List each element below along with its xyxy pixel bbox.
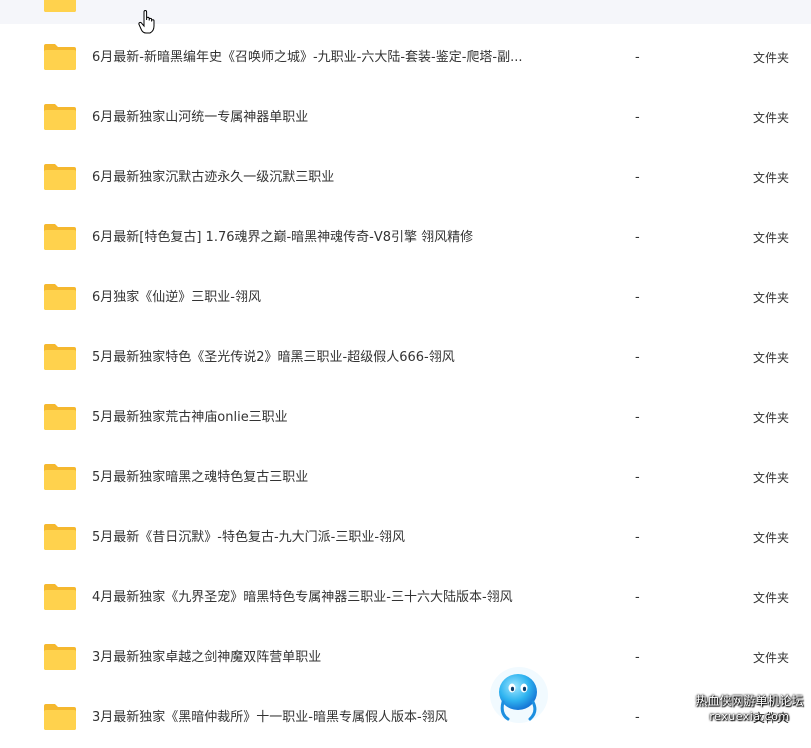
folder-icon [44,284,76,310]
file-name[interactable]: 6月最新[特色复古] 1.76魂界之巅-暗黑神魂传奇-V8引擎 翎风精修 [92,208,473,268]
file-size: - [635,110,640,125]
file-name[interactable]: 6月独家《仙逆》三职业-翎风 [92,268,261,328]
watermark-url: rexuexia.com [709,710,790,723]
folder-icon [44,524,76,550]
folder-icon [44,0,76,12]
file-type: 文件夹 [753,231,790,245]
file-size: - [635,530,640,545]
file-type: 文件夹 [753,531,790,545]
file-type: 文件夹 [753,351,790,365]
file-size: - [635,710,640,725]
file-type: 文件夹 [753,171,790,185]
folder-icon [44,704,76,730]
file-size: - [635,350,640,365]
watermark-title: 热血侠网游单机论坛 [695,694,804,708]
file-name[interactable]: 5月最新《昔日沉默》-特色复古-九大门派-三职业-翎风 [92,508,405,568]
file-row[interactable]: 3月最新独家《黑暗仲裁所》十一职业-暗黑专属假人版本-翎风 - 文件夹 [0,688,811,748]
file-row[interactable]: 5月最新独家荒古神庙onlie三职业 - 文件夹 [0,388,811,448]
file-size: - [635,590,640,605]
mascot-icon [490,667,548,723]
file-size: - [635,50,640,65]
file-row[interactable]: 4月最新独家《九界圣宠》暗黑特色专属神器三职业-三十六大陆版本-翎风 - 文件夹 [0,568,811,628]
file-size: - [635,290,640,305]
file-name[interactable]: 5月最新独家暗黑之魂特色复古三职业 [92,448,308,508]
folder-icon [44,464,76,490]
top-partial-row [0,0,811,24]
file-type: 文件夹 [753,411,790,425]
file-row[interactable]: 6月最新独家沉默古迹永久一级沉默三职业 - 文件夹 [0,148,811,208]
file-list: 6月最新-新暗黑编年史《召唤师之城》-九职业-六大陆-套装-鉴定-爬塔-副...… [0,28,811,748]
file-name[interactable]: 6月最新独家山河统一专属神器单职业 [92,88,308,148]
folder-icon [44,104,76,130]
folder-icon [44,344,76,370]
folder-icon [44,584,76,610]
file-name[interactable]: 6月最新-新暗黑编年史《召唤师之城》-九职业-六大陆-套装-鉴定-爬塔-副... [92,28,523,88]
file-type: 文件夹 [753,51,790,65]
file-type: 文件夹 [753,471,790,485]
file-size: - [635,410,640,425]
file-name[interactable]: 4月最新独家《九界圣宠》暗黑特色专属神器三职业-三十六大陆版本-翎风 [92,568,513,628]
file-type: 文件夹 [753,651,790,665]
folder-icon [44,644,76,670]
file-type: 文件夹 [753,291,790,305]
file-row[interactable]: 5月最新独家特色《圣光传说2》暗黑三职业-超级假人666-翎风 - 文件夹 [0,328,811,388]
site-watermark: 热血侠网游单机论坛 rexuexia.com [692,694,807,724]
file-type: 文件夹 [753,111,790,125]
folder-icon [44,224,76,250]
file-size: - [635,230,640,245]
folder-icon [44,404,76,430]
file-name[interactable]: 5月最新独家荒古神庙onlie三职业 [92,388,288,448]
file-type: 文件夹 [753,591,790,605]
file-row[interactable]: 5月最新独家暗黑之魂特色复古三职业 - 文件夹 [0,448,811,508]
file-row[interactable]: 6月独家《仙逆》三职业-翎风 - 文件夹 [0,268,811,328]
file-row[interactable]: 5月最新《昔日沉默》-特色复古-九大门派-三职业-翎风 - 文件夹 [0,508,811,568]
file-row[interactable]: 6月最新[特色复古] 1.76魂界之巅-暗黑神魂传奇-V8引擎 翎风精修 - 文件夹 [0,208,811,268]
file-row[interactable]: 6月最新-新暗黑编年史《召唤师之城》-九职业-六大陆-套装-鉴定-爬塔-副...… [0,28,811,88]
file-name[interactable]: 6月最新独家沉默古迹永久一级沉默三职业 [92,148,334,208]
file-row[interactable]: 3月最新独家卓越之剑神魔双阵营单职业 - 文件夹 [0,628,811,688]
file-name[interactable]: 5月最新独家特色《圣光传说2》暗黑三职业-超级假人666-翎风 [92,328,455,388]
file-size: - [635,170,640,185]
file-name[interactable]: 3月最新独家卓越之剑神魔双阵营单职业 [92,628,321,688]
folder-icon [44,44,76,70]
file-size: - [635,470,640,485]
file-row[interactable]: 6月最新独家山河统一专属神器单职业 - 文件夹 [0,88,811,148]
folder-icon [44,164,76,190]
file-name[interactable]: 3月最新独家《黑暗仲裁所》十一职业-暗黑专属假人版本-翎风 [92,688,448,748]
file-size: - [635,650,640,665]
